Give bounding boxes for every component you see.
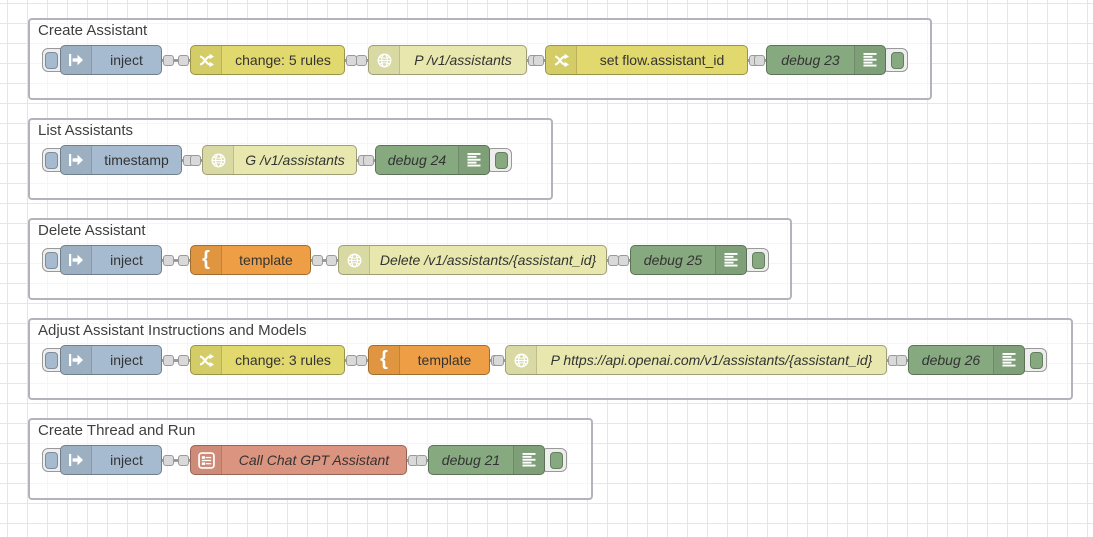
input-port[interactable] [178,254,189,266]
output-port[interactable] [163,454,174,466]
globe-icon [203,146,234,174]
node-set-flow-assistant-id[interactable]: set flow.assistant_id [545,45,748,75]
inject-button[interactable] [45,151,58,169]
inject-button[interactable] [45,351,58,369]
input-port[interactable] [190,154,201,166]
node-label: debug 26 [921,352,981,368]
curly-brace-icon: { [380,348,388,370]
input-port[interactable] [493,354,504,366]
node-label: template [417,352,472,368]
node-inject[interactable]: inject [60,345,162,375]
node-inject[interactable]: inject [60,45,162,75]
node-label: change: 5 rules [235,52,331,68]
flow-canvas[interactable]: Create Assistant inject change: 5 rules P /… [0,0,1093,537]
node-template[interactable]: { template [190,245,311,275]
debug-lines-icon [715,246,746,274]
node-g-v1-assistants[interactable]: G /v1/assistants [202,145,357,175]
debug-lines-icon [854,46,885,74]
node-label: Delete /v1/assistants/{assistant_id} [379,252,597,268]
node-call-chat-gpt-assistant[interactable]: Call Chat GPT Assistant [190,445,407,475]
node-label: inject [110,52,143,68]
node-label: inject [110,452,143,468]
node-label: debug 21 [441,452,501,468]
input-port[interactable] [363,154,374,166]
group-label: Delete Assistant [38,222,146,239]
node-template[interactable]: { template [368,345,490,375]
node-label: debug 23 [781,52,840,68]
output-port[interactable] [312,254,323,266]
output-port[interactable] [163,254,174,266]
debug-toggle-button[interactable] [752,251,765,269]
group-label: Create Assistant [38,22,148,39]
node-label: debug 24 [387,152,447,168]
node-change-3-rules[interactable]: change: 3 rules [190,345,345,375]
shuffle-icon [191,346,222,374]
node-label: inject [110,352,143,368]
node-change-5-rules[interactable]: change: 5 rules [190,45,345,75]
debug-toggle-button[interactable] [550,451,563,469]
shuffle-icon [191,46,222,74]
node-debug-25[interactable]: debug 25 [630,245,747,275]
input-port[interactable] [356,54,367,66]
debug-toggle-button[interactable] [891,51,904,69]
globe-icon [339,246,370,274]
node-label: Call Chat GPT Assistant [238,452,390,468]
debug-toggle-button[interactable] [495,151,508,169]
inject-arrow-icon [61,346,92,374]
debug-toggle-button[interactable] [1030,351,1043,369]
input-port[interactable] [754,54,765,66]
debug-lines-icon [993,346,1024,374]
group-label: List Assistants [38,122,134,139]
input-port[interactable] [533,54,544,66]
input-port[interactable] [178,354,189,366]
curly-brace-icon: { [191,246,222,274]
inject-arrow-icon [61,146,92,174]
inject-arrow-icon [61,46,92,74]
node-label: P /v1/assistants [414,52,512,68]
output-port[interactable] [163,354,174,366]
node-label: change: 3 rules [235,352,331,368]
inject-button[interactable] [45,51,58,69]
input-port[interactable] [178,454,189,466]
node-label: timestamp [104,152,169,168]
input-port[interactable] [896,354,907,366]
node-label: set flow.assistant_id [599,52,725,68]
shuffle-icon [546,46,577,74]
node-label: P https://api.openai.com/v1/assistants/{… [550,352,873,368]
inject-button[interactable] [45,451,58,469]
inject-arrow-icon [61,446,92,474]
subflow-icon [191,446,222,474]
node-label: inject [110,252,143,268]
input-port[interactable] [416,454,427,466]
input-port[interactable] [618,254,629,266]
group-label: Adjust Assistant Instructions and Models [38,322,307,339]
node-label: template [239,252,293,268]
debug-lines-icon [458,146,489,174]
globe-icon [369,46,400,74]
debug-lines-icon [513,446,544,474]
node-debug-24[interactable]: debug 24 [375,145,490,175]
node-label: G /v1/assistants [245,152,345,168]
node-timestamp[interactable]: timestamp [60,145,182,175]
input-port[interactable] [356,354,367,366]
curly-brace-icon: { [202,248,210,270]
globe-icon [506,346,537,374]
node-debug-21[interactable]: debug 21 [428,445,545,475]
group-label: Create Thread and Run [38,422,196,439]
output-port[interactable] [163,54,174,66]
node-debug-23[interactable]: debug 23 [766,45,886,75]
input-port[interactable] [178,54,189,66]
curly-brace-icon: { [369,346,400,374]
node-inject[interactable]: inject [60,445,162,475]
inject-arrow-icon [61,246,92,274]
inject-button[interactable] [45,251,58,269]
node-p-https-api-openai-com-v1-assistants-assistant-id[interactable]: P https://api.openai.com/v1/assistants/{… [505,345,887,375]
node-debug-26[interactable]: debug 26 [908,345,1025,375]
input-port[interactable] [326,254,337,266]
node-delete-v1-assistants-assistant-id[interactable]: Delete /v1/assistants/{assistant_id} [338,245,607,275]
node-inject[interactable]: inject [60,245,162,275]
node-label: debug 25 [643,252,703,268]
node-p-v1-assistants[interactable]: P /v1/assistants [368,45,527,75]
